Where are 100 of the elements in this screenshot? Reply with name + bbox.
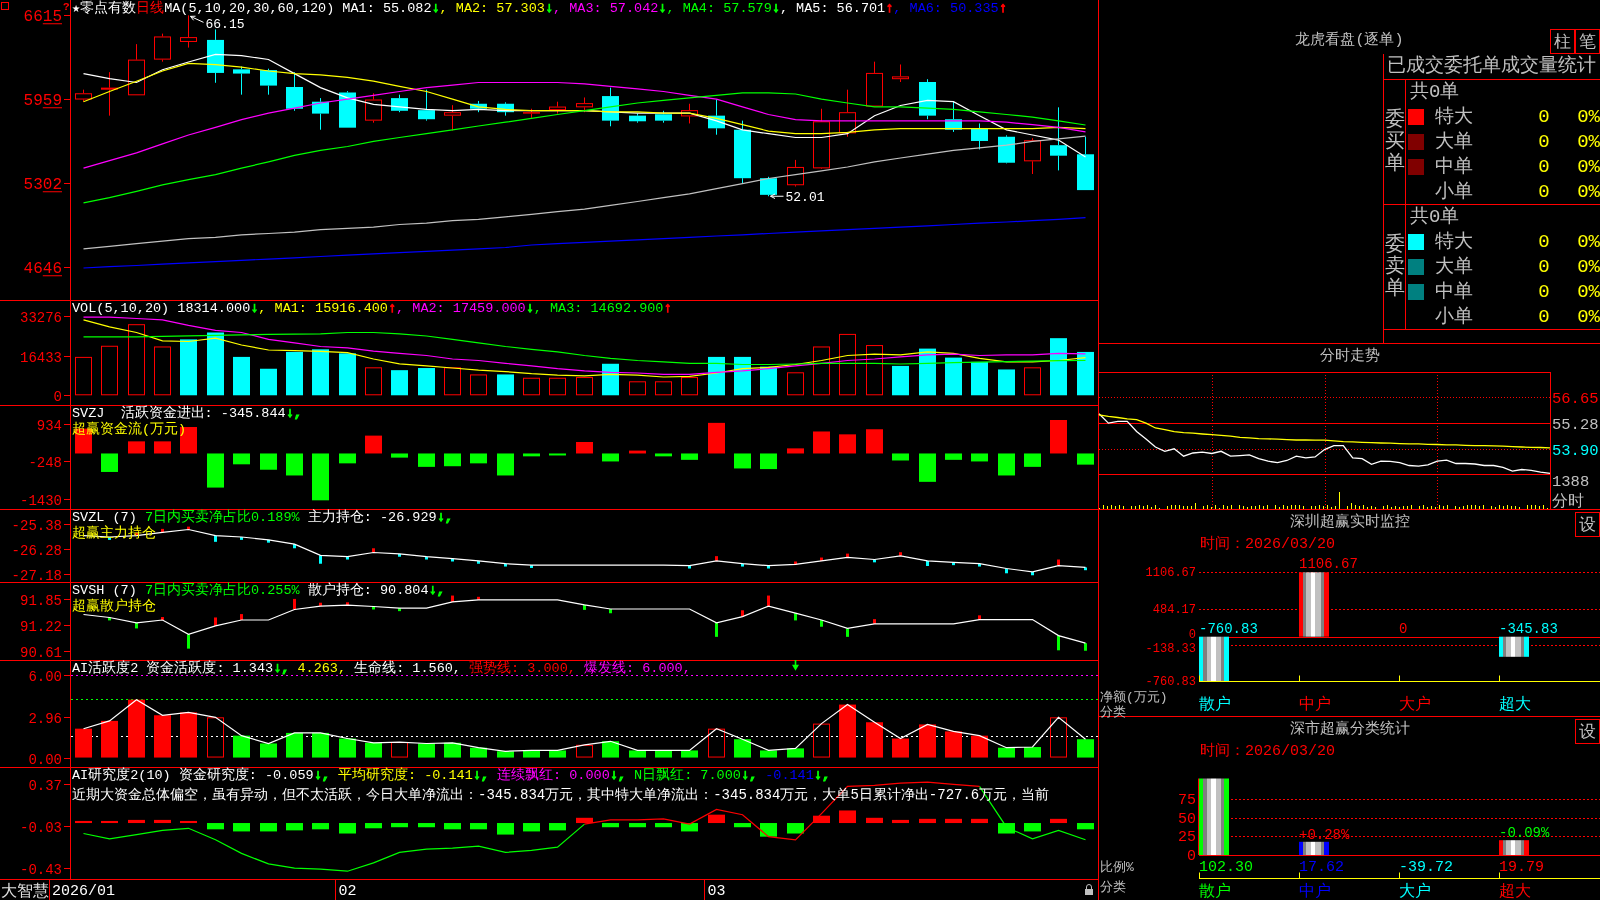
order-size-label: 中单 (1435, 280, 1473, 303)
panel-title: 龙虎看盘(逐单) (1295, 32, 1404, 49)
order-size-label: 特大 (1435, 106, 1473, 129)
lock-icon (1085, 884, 1093, 895)
axis-title: 比例% (1100, 860, 1134, 875)
axis-label: 91.85 (20, 592, 62, 609)
order-count: 0 (1538, 280, 1550, 303)
chart-legend: AI研究度2(10) 资金研究度: -0.059↓, 平均研究度: -0.141↓, 连续飘红: 0.000↓, N日飘红: 7.000↓, -0.141↓, (72, 768, 830, 783)
order-size-label: 小单 (1435, 305, 1473, 328)
value-label: -39.72 (1399, 859, 1453, 876)
date-label: 02 (338, 883, 357, 900)
category-label: 大户 (1399, 883, 1431, 900)
axis-label: 55.28 (1552, 416, 1599, 434)
order-size-label: 大单 (1435, 131, 1473, 153)
panel-title: 分时走势 (1319, 348, 1380, 365)
category-label: 超大 (1499, 883, 1531, 900)
high-price-label: 66.15 (205, 17, 245, 33)
volume-max-label: 1388 (1552, 473, 1590, 491)
axis-label: 484.17 (1152, 602, 1196, 617)
axis-label: 0 (53, 388, 62, 405)
order-percent: 0% (1577, 155, 1600, 178)
side-label: 委买单 (1384, 109, 1405, 175)
toggle-button[interactable]: 柱 (1550, 28, 1575, 54)
axis-label: -248 (28, 454, 62, 471)
date-time-label: 时间：2026/03/20 (1200, 743, 1335, 760)
axis-title: 分类 (1100, 704, 1126, 720)
help-icon: ? (63, 1, 70, 13)
value-label: 17.62 (1299, 859, 1344, 876)
order-count: 0 (1538, 155, 1550, 178)
axis-label: 934 (36, 417, 62, 434)
axis-label: -26.28 (11, 542, 62, 559)
date-label: 03 (707, 883, 726, 900)
side-label: 委卖单 (1384, 234, 1405, 300)
axis-title: 分时 (1552, 493, 1584, 511)
value-label: -345.83 (1499, 620, 1558, 637)
arrow-icon (190, 15, 204, 23)
toggle-button[interactable]: 笔 (1575, 28, 1600, 54)
chart-title: 超赢散户持仓 (72, 599, 156, 614)
axis-label: 50 (1178, 810, 1196, 828)
square-icon (1, 2, 9, 10)
order-count: 0 (1538, 131, 1550, 153)
date-time-label: 时间：2026/03/20 (1200, 536, 1335, 553)
order-percent: 0% (1577, 131, 1600, 153)
axis-label: 1106.67 (1145, 565, 1196, 580)
category-label: 超大 (1499, 696, 1531, 714)
axis-label: 25 (1178, 828, 1196, 846)
order-count: 0 (1538, 180, 1550, 203)
value-label: 102.30 (1199, 859, 1253, 876)
axis-label: 6615 (23, 8, 62, 27)
change-label: +0.28% (1299, 826, 1350, 843)
arrow-icon (770, 193, 784, 199)
chart-legend: SVSH (7) 7日内买卖净占比0.255% 散户持仓: 90.804↓, (72, 583, 445, 598)
order-total: 共0单 (1410, 206, 1460, 228)
chart-legend: ★零点有数日线MA(5,10,20,30,60,120) MA1: 55.082↓, MA2: 57.303↓, MA3: 57.042↓, MA4: 57.579↓, MA5: 56.701↑, MA6: 50.335↑ (72, 1, 1007, 16)
order-percent: 0% (1577, 256, 1600, 278)
order-percent: 0% (1577, 231, 1600, 254)
order-count: 0 (1538, 231, 1550, 254)
axis-label: 90.61 (20, 644, 62, 660)
app-name-label: 大智慧 (1, 883, 49, 900)
settings-button[interactable]: 设 (1575, 512, 1600, 537)
value-label: -760.83 (1199, 620, 1258, 637)
settings-button[interactable]: 设 (1575, 719, 1600, 744)
panel-title: 深圳超赢实时监控 (1289, 514, 1410, 531)
axis-label: 75 (1178, 791, 1196, 809)
order-size-label: 小单 (1435, 180, 1473, 203)
chart-legend: AI活跃度2 资金活跃度: 1.343↓, 4.263, 生命线: 1.560, 强势线: 3.000, 爆发线: 6.000, (72, 661, 691, 676)
category-label: 散户 (1199, 883, 1231, 900)
table-title: 已成交委托单成交量统计 (1387, 55, 1596, 77)
axis-label: 5959 (23, 92, 62, 111)
axis-label: -138.33 (1145, 641, 1196, 656)
date-label: 2026/01 (52, 883, 115, 900)
order-percent: 0% (1577, 106, 1600, 129)
axis-label: -0.03 (20, 819, 62, 836)
order-size-label: 大单 (1435, 256, 1473, 278)
axis-label: 2.96 (28, 710, 62, 727)
panel-title: 深市超赢分类统计 (1289, 721, 1410, 738)
axis-label: -0.43 (20, 861, 62, 878)
axis-label: 0.37 (28, 777, 62, 794)
chart-legend: SVZJ 活跃资金进出: -345.844↓, (72, 406, 302, 421)
axis-label: 6.00 (28, 668, 62, 685)
axis-label: 0 (1187, 847, 1196, 865)
order-count: 0 (1538, 106, 1550, 129)
axis-label: 5302 (23, 176, 62, 195)
axis-title: 分类 (1100, 880, 1126, 895)
chart-legend: SVZL (7) 7日内买卖净占比0.189% 主力持仓: -26.929↓, (72, 510, 453, 525)
change-label: -0.09% (1499, 825, 1550, 842)
axis-label: 0 (1188, 627, 1196, 642)
value-label: 0 (1399, 620, 1408, 637)
value-label: 19.79 (1499, 859, 1544, 876)
order-count: 0 (1538, 305, 1550, 328)
order-size-label: 特大 (1435, 231, 1473, 254)
axis-label: 0.00 (28, 751, 62, 767)
axis-label: 4646 (23, 260, 62, 279)
order-size-label: 中单 (1435, 155, 1473, 178)
category-label: 大户 (1399, 696, 1431, 714)
order-percent: 0% (1577, 180, 1600, 203)
axis-label: 53.90 (1552, 442, 1599, 460)
category-label: 散户 (1199, 696, 1231, 714)
low-price-label: 52.01 (785, 190, 825, 206)
value-label: 1106.67 (1299, 556, 1358, 573)
